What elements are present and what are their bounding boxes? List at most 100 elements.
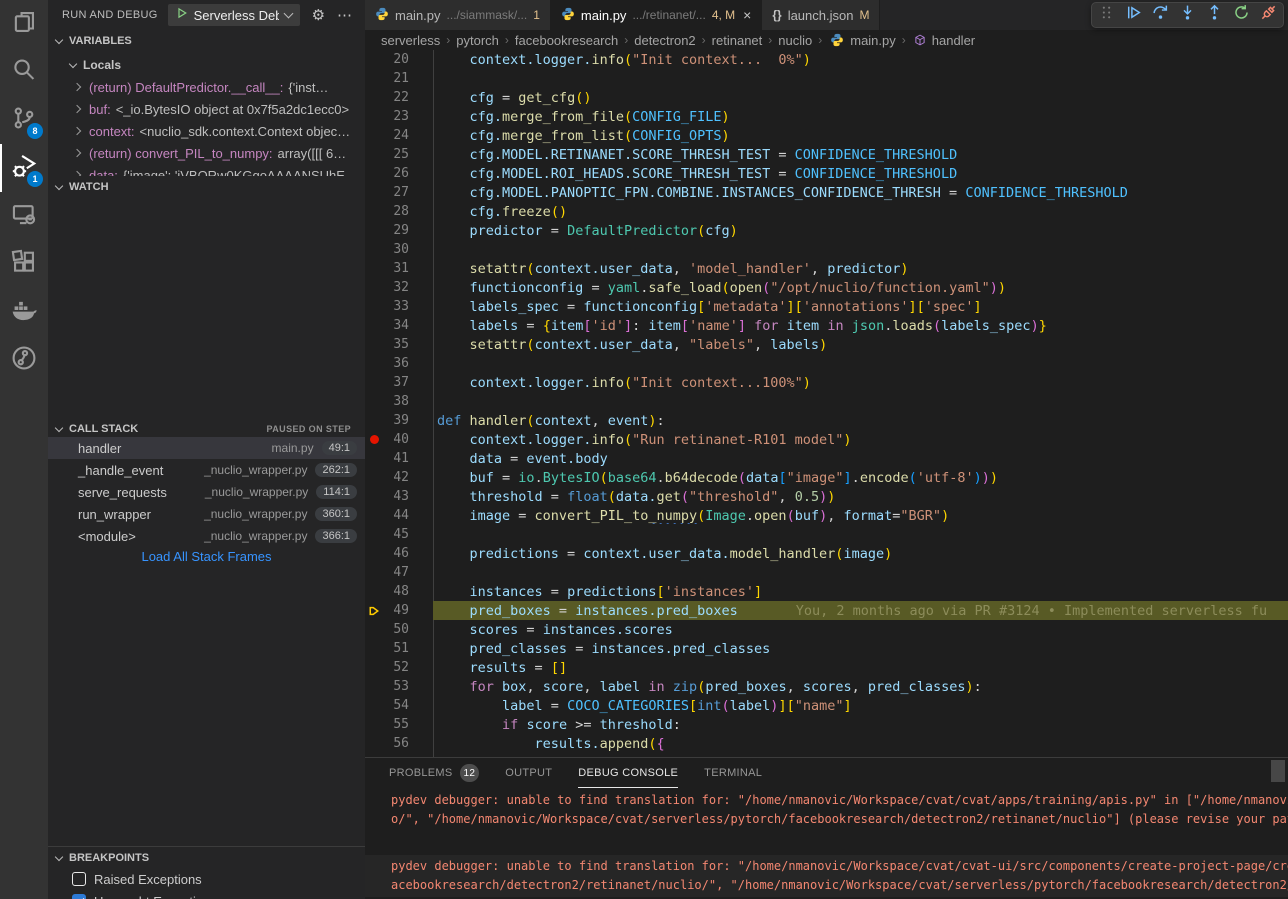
code-text[interactable]: functionconfig = yaml.safe_load(open("/o… (437, 280, 1288, 296)
step-into-icon[interactable] (1179, 4, 1196, 26)
editor-tab[interactable]: {}launch.jsonM (762, 0, 880, 30)
code-line[interactable]: 29 predictor = DefaultPredictor(cfg) (365, 221, 1288, 240)
gutter-glyph-margin[interactable] (365, 354, 383, 373)
gutter-glyph-margin[interactable] (365, 373, 383, 392)
code-line[interactable]: 23 cfg.merge_from_file(CONFIG_FILE) (365, 107, 1288, 126)
gutter-glyph-margin[interactable] (365, 411, 383, 430)
breakpoint-checkbox[interactable] (72, 872, 86, 886)
code-text[interactable]: data = event.body (437, 451, 1288, 467)
code-text[interactable]: predictions = context.user_data.model_ha… (437, 546, 1288, 562)
gutter-glyph-margin[interactable] (365, 506, 383, 525)
gutter-glyph-margin[interactable] (365, 183, 383, 202)
code-line[interactable]: 22 cfg = get_cfg() (365, 88, 1288, 107)
code-text[interactable]: label = COCO_CATEGORIES[int(label)]["nam… (437, 698, 1288, 714)
editor-tab[interactable]: main.py.../retinanet/...4, M× (551, 0, 762, 30)
breadcrumb-file[interactable]: main.py (850, 33, 896, 48)
gutter-glyph-margin[interactable] (365, 449, 383, 468)
gutter-glyph-margin[interactable] (365, 696, 383, 715)
continue-icon[interactable] (1125, 4, 1142, 26)
start-debug-icon[interactable] (176, 6, 188, 24)
breakpoint-row[interactable]: Raised Exceptions (48, 868, 365, 890)
panel-tab-debug-console[interactable]: DEBUG CONSOLE (578, 758, 678, 788)
code-text[interactable]: context.logger.info("Init context...100%… (437, 375, 1288, 391)
activity-docker[interactable] (0, 288, 48, 336)
code-line[interactable]: 39def handler(context, event): (365, 411, 1288, 430)
code-text[interactable]: def handler(context, event): (437, 413, 1288, 429)
code-text[interactable]: context.logger.info("Run retinanet-R101 … (437, 432, 1288, 448)
code-line[interactable]: 32 functionconfig = yaml.safe_load(open(… (365, 278, 1288, 297)
gutter-glyph-margin[interactable] (365, 639, 383, 658)
gutter-glyph-margin[interactable] (365, 69, 383, 88)
gutter-glyph-margin[interactable] (365, 240, 383, 259)
code-line[interactable]: 35 setattr(context.user_data, "labels", … (365, 335, 1288, 354)
panel-scrollbar-thumb[interactable] (1271, 760, 1285, 782)
variable-row[interactable]: data:{'image': 'iVBORw0KGgoAAAANSUhE… (48, 164, 365, 176)
breakpoint-checkbox[interactable] (72, 894, 86, 899)
breadcrumb-item[interactable]: detectron2 (634, 33, 695, 48)
panel-tab-problems[interactable]: PROBLEMS12 (389, 758, 479, 788)
gutter-glyph-margin[interactable] (365, 107, 383, 126)
code-line[interactable]: 38 (365, 392, 1288, 411)
gear-icon[interactable]: ⚙ (312, 8, 325, 23)
code-line[interactable]: 51 pred_classes = instances.pred_classes (365, 639, 1288, 658)
breakpoints-section-header[interactable]: BREAKPOINTS (48, 846, 365, 868)
code-line[interactable]: 21 (365, 69, 1288, 88)
breakpoint-glyph[interactable] (365, 430, 383, 449)
watch-section-header[interactable]: WATCH (48, 176, 365, 198)
code-text[interactable]: cfg = get_cfg() (437, 90, 1288, 106)
gutter-glyph-margin[interactable] (365, 126, 383, 145)
code-line[interactable]: 52 results = [] (365, 658, 1288, 677)
code-text[interactable]: cfg.freeze() (437, 204, 1288, 220)
code-text[interactable]: cfg.MODEL.ROI_HEADS.SCORE_THRESH_TEST = … (437, 166, 1288, 182)
code-text[interactable]: predictor = DefaultPredictor(cfg) (437, 223, 1288, 239)
code-text[interactable]: for box, score, label in zip(pred_boxes,… (437, 679, 1288, 695)
gutter-glyph-margin[interactable] (365, 278, 383, 297)
panel-tab-terminal[interactable]: TERMINAL (704, 758, 762, 788)
load-all-stack-frames-link[interactable]: Load All Stack Frames (48, 547, 365, 567)
gutter-glyph-margin[interactable] (365, 677, 383, 696)
code-line[interactable]: 48 instances = predictions['instances'] (365, 582, 1288, 601)
gutter-glyph-margin[interactable] (365, 202, 383, 221)
code-text[interactable]: if score >= threshold: (437, 717, 1288, 733)
variable-row[interactable]: context:<nuclio_sdk.context.Context obje… (48, 120, 365, 142)
code-text[interactable]: pred_boxes = instances.pred_boxesYou, 2 … (437, 603, 1288, 619)
step-out-icon[interactable] (1206, 4, 1223, 26)
code-line[interactable]: 33 labels_spec = functionconfig['metadat… (365, 297, 1288, 316)
code-text[interactable]: buf = io.BytesIO(base64.b64decode(data["… (437, 470, 1288, 486)
code-text[interactable]: threshold = float(data.get("threshold", … (437, 489, 1288, 505)
code-text[interactable]: setattr(context.user_data, 'model_handle… (437, 261, 1288, 277)
breakpoint-row[interactable]: Uncaught Exceptions (48, 890, 365, 899)
editor-tab[interactable]: main.py.../siammask/...1 (365, 0, 551, 30)
variable-row[interactable]: (return) DefaultPredictor.__call__:{'ins… (48, 76, 365, 98)
code-line[interactable]: 44 image = convert_PIL_to_numpy(Image.op… (365, 506, 1288, 525)
gutter-glyph-margin[interactable] (365, 145, 383, 164)
restart-icon[interactable] (1233, 4, 1250, 26)
panel-tab-output[interactable]: OUTPUT (505, 758, 552, 788)
code-line[interactable]: 56 results.append({ (365, 734, 1288, 753)
activity-remote-explorer[interactable] (0, 192, 48, 240)
gutter-glyph-margin[interactable] (365, 164, 383, 183)
code-text[interactable]: context.logger.info("Init context... 0%"… (437, 52, 1288, 68)
activity-search[interactable] (0, 48, 48, 96)
code-line[interactable]: 26 cfg.MODEL.ROI_HEADS.SCORE_THRESH_TEST… (365, 164, 1288, 183)
call-stack-frame[interactable]: _handle_event_nuclio_wrapper.py262:1 (48, 459, 365, 481)
code-line[interactable]: 37 context.logger.info("Init context...1… (365, 373, 1288, 392)
code-text[interactable]: setattr(context.user_data, "labels", lab… (437, 337, 1288, 353)
gutter-glyph-margin[interactable] (365, 715, 383, 734)
gutter-glyph-margin[interactable] (365, 297, 383, 316)
activity-explorer[interactable] (0, 0, 48, 48)
step-over-icon[interactable] (1152, 4, 1169, 26)
code-text[interactable]: labels = {item['id']: item['name'] for i… (437, 318, 1288, 334)
code-line[interactable]: 24 cfg.merge_from_list(CONFIG_OPTS) (365, 126, 1288, 145)
call-stack-frame[interactable]: handlermain.py49:1 (48, 437, 365, 459)
breadcrumb-item[interactable]: retinanet (712, 33, 763, 48)
code-line[interactable]: 40 context.logger.info("Run retinanet-R1… (365, 430, 1288, 449)
activity-extensions[interactable] (0, 240, 48, 288)
code-line[interactable]: 47 (365, 563, 1288, 582)
code-text[interactable]: results.append({ (437, 736, 1288, 752)
code-line[interactable]: 53 for box, score, label in zip(pred_box… (365, 677, 1288, 696)
activity-source-control[interactable]: 8 (0, 96, 48, 144)
breadcrumb-item[interactable]: pytorch (456, 33, 499, 48)
code-line[interactable]: 25 cfg.MODEL.RETINANET.SCORE_THRESH_TEST… (365, 145, 1288, 164)
code-line[interactable]: 46 predictions = context.user_data.model… (365, 544, 1288, 563)
